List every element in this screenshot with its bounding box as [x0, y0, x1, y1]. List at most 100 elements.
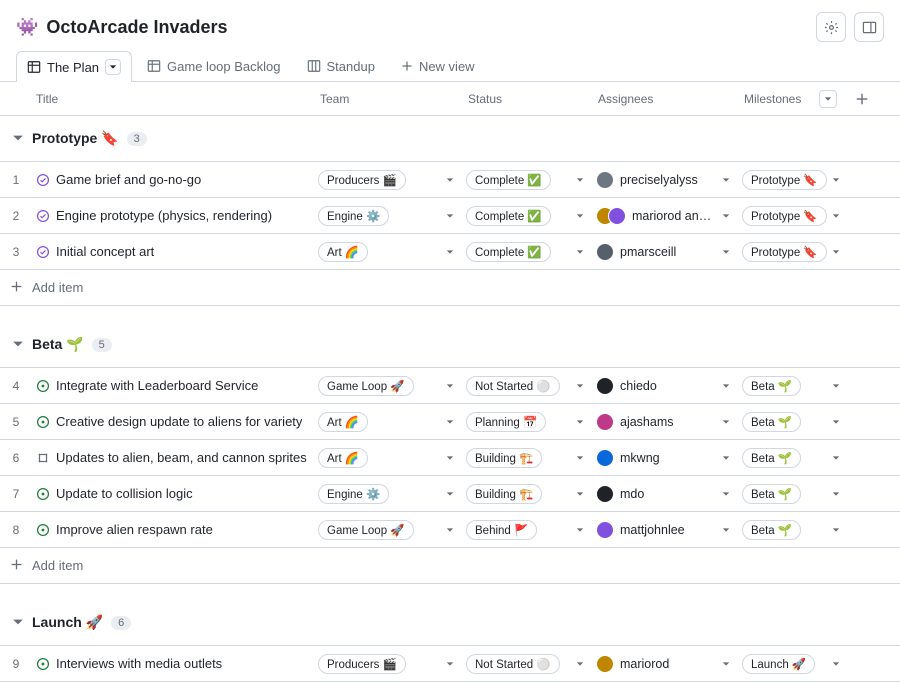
assignee-name: mkwng [620, 451, 660, 465]
team-cell[interactable]: Engine ⚙️ [312, 206, 460, 226]
project-title-text: OctoArcade Invaders [46, 17, 227, 38]
tab-standup[interactable]: Standup [296, 51, 386, 81]
avatar [596, 655, 614, 673]
title-cell[interactable]: Improve alien respawn rate [32, 522, 312, 537]
assignee-cell[interactable]: ajashams [590, 413, 736, 431]
table-row[interactable]: 5Creative design update to aliens for va… [0, 404, 900, 440]
project-title[interactable]: 👾 OctoArcade Invaders [16, 17, 228, 38]
assignee-cell[interactable]: chiedo [590, 377, 736, 395]
tab-the-plan[interactable]: The Plan [16, 51, 132, 82]
column-team[interactable]: Team [312, 92, 460, 106]
team-cell[interactable]: Art 🌈 [312, 412, 460, 432]
team-cell[interactable]: Engine ⚙️ [312, 484, 460, 504]
milestone-cell[interactable]: Beta 🌱 [736, 412, 846, 432]
avatar [596, 449, 614, 467]
issue-title: Engine prototype (physics, rendering) [56, 208, 272, 223]
chevron-down-icon [832, 418, 840, 426]
assignee-cell[interactable]: mkwng [590, 449, 736, 467]
title-cell[interactable]: Game brief and go-no-go [32, 172, 312, 187]
assignee-cell[interactable]: pmarsceill [590, 243, 736, 261]
team-cell[interactable]: Game Loop 🚀 [312, 520, 460, 540]
status-cell[interactable]: Not Started ⚪ [460, 376, 590, 396]
chevron-down-icon [832, 454, 840, 462]
table-row[interactable]: 6Updates to alien, beam, and cannon spri… [0, 440, 900, 476]
status-pill: Planning 📅 [466, 412, 546, 432]
add-item-row[interactable]: Add item [0, 270, 900, 306]
table-row[interactable]: 1Game brief and go-no-goProducers 🎬Compl… [0, 162, 900, 198]
title-cell[interactable]: Creative design update to aliens for var… [32, 414, 312, 429]
table-row[interactable]: 8Improve alien respawn rateGame Loop 🚀Be… [0, 512, 900, 548]
title-cell[interactable]: Initial concept art [32, 244, 312, 259]
assignee-name: mdo [620, 487, 644, 501]
table-row[interactable]: 2Engine prototype (physics, rendering)En… [0, 198, 900, 234]
tab-game-loop-backlog[interactable]: Game loop Backlog [136, 51, 291, 81]
chevron-down-icon [832, 248, 840, 256]
row-number: 3 [0, 245, 32, 259]
avatar [596, 521, 614, 539]
status-cell[interactable]: Behind 🚩 [460, 520, 590, 540]
team-pill: Game Loop 🚀 [318, 520, 414, 540]
collapse-toggle[interactable] [12, 131, 24, 147]
issue-title: Improve alien respawn rate [56, 522, 213, 537]
milestone-cell[interactable]: Prototype 🔖 [736, 170, 846, 190]
status-cell[interactable]: Planning 📅 [460, 412, 590, 432]
table-row[interactable]: 7Update to collision logicEngine ⚙️Build… [0, 476, 900, 512]
team-pill: Producers 🎬 [318, 170, 406, 190]
group-header[interactable]: Prototype 🔖3 [0, 116, 900, 162]
column-title[interactable]: Title [32, 92, 312, 106]
table-row[interactable]: 4Integrate with Leaderboard ServiceGame … [0, 368, 900, 404]
assignee-cell[interactable]: mdo [590, 485, 736, 503]
milestone-cell[interactable]: Launch 🚀 [736, 654, 846, 674]
assignee-cell[interactable]: mariorod and pm [590, 207, 736, 225]
add-column-button[interactable] [846, 92, 878, 106]
column-status[interactable]: Status [460, 92, 590, 106]
status-cell[interactable]: Building 🏗️ [460, 484, 590, 504]
column-milestones[interactable]: Milestones [736, 90, 846, 108]
assignee-cell[interactable]: preciselyalyss [590, 171, 736, 189]
group-header[interactable]: Launch 🚀6 [0, 600, 900, 646]
chevron-down-icon [832, 660, 840, 668]
team-cell[interactable]: Art 🌈 [312, 448, 460, 468]
milestone-cell[interactable]: Beta 🌱 [736, 376, 846, 396]
assignee-cell[interactable]: mattjohnlee [590, 521, 736, 539]
chevron-down-icon [446, 382, 454, 390]
panel-toggle-button[interactable] [854, 12, 884, 42]
milestone-pill: Beta 🌱 [742, 448, 801, 468]
collapse-toggle[interactable] [12, 615, 24, 631]
assignee-name: pmarsceill [620, 245, 676, 259]
title-cell[interactable]: Updates to alien, beam, and cannon sprit… [32, 450, 312, 465]
title-cell[interactable]: Engine prototype (physics, rendering) [32, 208, 312, 223]
collapse-toggle[interactable] [12, 337, 24, 353]
team-cell[interactable]: Producers 🎬 [312, 170, 460, 190]
title-cell[interactable]: Update to collision logic [32, 486, 312, 501]
assignee-cell[interactable]: mariorod [590, 655, 736, 673]
milestone-cell[interactable]: Prototype 🔖 [736, 242, 846, 262]
milestone-cell[interactable]: Beta 🌱 [736, 520, 846, 540]
column-menu-button[interactable] [819, 90, 837, 108]
add-item-row[interactable]: Add item [0, 548, 900, 584]
table-row[interactable]: 9Interviews with media outletsProducers … [0, 646, 900, 682]
issue-open-icon [36, 415, 50, 429]
status-cell[interactable]: Complete ✅ [460, 170, 590, 190]
title-cell[interactable]: Interviews with media outlets [32, 656, 312, 671]
tab-menu-chevron[interactable] [105, 59, 121, 75]
team-cell[interactable]: Producers 🎬 [312, 654, 460, 674]
team-cell[interactable]: Game Loop 🚀 [312, 376, 460, 396]
settings-button[interactable] [816, 12, 846, 42]
group-header[interactable]: Beta 🌱5 [0, 322, 900, 368]
column-assignees[interactable]: Assignees [590, 92, 736, 106]
chevron-down-icon [446, 176, 454, 184]
tab-new-view[interactable]: New view [390, 51, 486, 81]
status-cell[interactable]: Complete ✅ [460, 206, 590, 226]
status-cell[interactable]: Complete ✅ [460, 242, 590, 262]
milestone-cell[interactable]: Beta 🌱 [736, 484, 846, 504]
chevron-down-icon [576, 490, 584, 498]
status-cell[interactable]: Building 🏗️ [460, 448, 590, 468]
team-cell[interactable]: Art 🌈 [312, 242, 460, 262]
milestone-cell[interactable]: Prototype 🔖 [736, 206, 846, 226]
status-cell[interactable]: Not Started ⚪ [460, 654, 590, 674]
table-row[interactable]: 3Initial concept artArt 🌈Complete ✅ pmars… [0, 234, 900, 270]
milestone-cell[interactable]: Beta 🌱 [736, 448, 846, 468]
title-cell[interactable]: Integrate with Leaderboard Service [32, 378, 312, 393]
add-item-label: Add item [32, 280, 900, 295]
